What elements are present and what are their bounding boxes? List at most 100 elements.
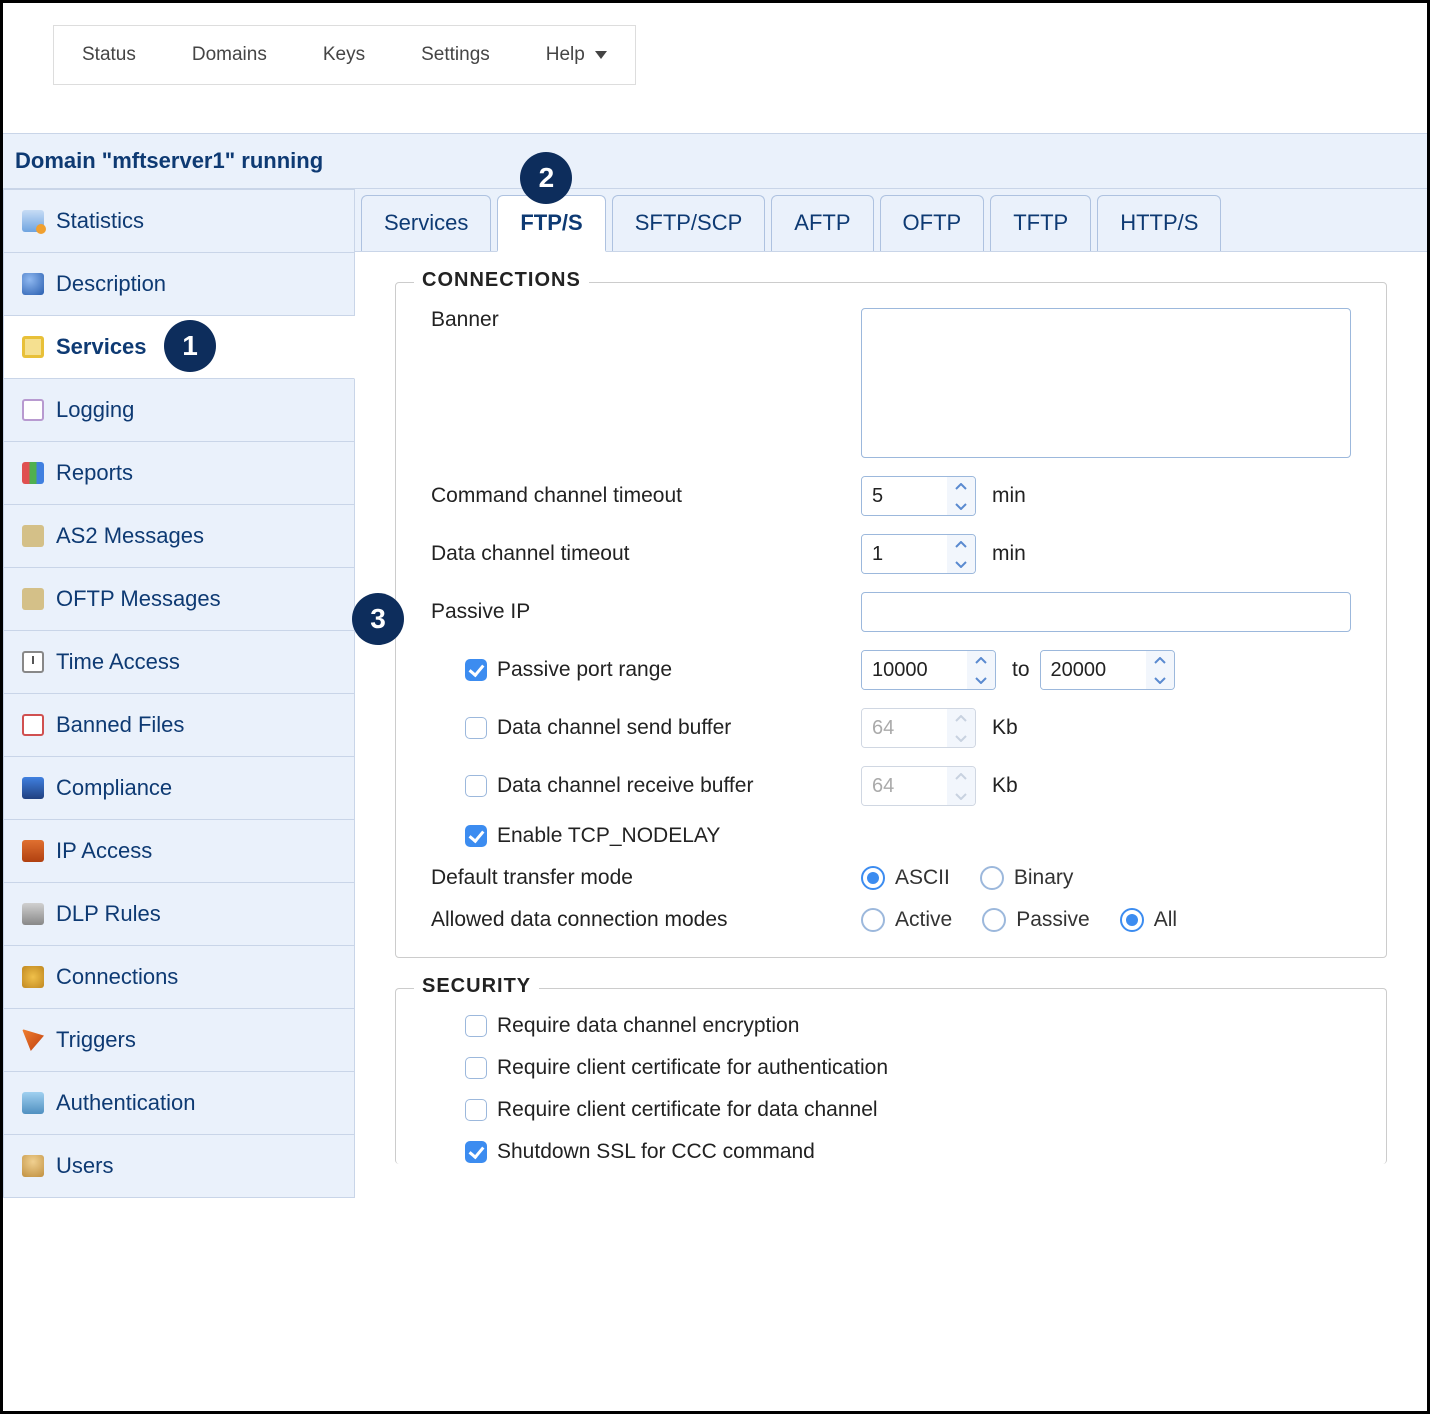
sidebar-item-statistics[interactable]: Statistics bbox=[3, 189, 355, 253]
send-buffer-label[interactable]: Data channel send buffer bbox=[431, 716, 861, 740]
binary-label: Binary bbox=[1014, 866, 1074, 890]
passive-port-label[interactable]: Passive port range bbox=[431, 658, 861, 682]
tab-aftp[interactable]: AFTP bbox=[771, 195, 873, 251]
content: Services FTP/S 2 SFTP/SCP AFTP OFTP TFTP… bbox=[355, 189, 1427, 1224]
sidebar-item-ip-access[interactable]: IP Access bbox=[3, 820, 355, 883]
sidebar-item-reports[interactable]: Reports bbox=[3, 442, 355, 505]
triggers-icon bbox=[22, 1029, 44, 1051]
top-menu: Status Domains Keys Settings Help bbox=[53, 25, 636, 85]
sec-item-1[interactable]: Require client certificate for authentic… bbox=[431, 1056, 888, 1080]
kb-unit: Kb bbox=[992, 774, 1018, 798]
menu-domains[interactable]: Domains bbox=[164, 26, 295, 84]
sidebar-item-services[interactable]: Services 1 bbox=[3, 316, 355, 379]
spinner-down-icon[interactable] bbox=[947, 554, 975, 573]
service-tabs: Services FTP/S 2 SFTP/SCP AFTP OFTP TFTP… bbox=[355, 189, 1427, 252]
recv-buffer-input[interactable] bbox=[862, 767, 947, 805]
sec-item-2[interactable]: Require client certificate for data chan… bbox=[431, 1098, 878, 1122]
sec-item-3[interactable]: Shutdown SSL for CCC command bbox=[431, 1140, 815, 1164]
tab-https[interactable]: HTTP/S bbox=[1097, 195, 1221, 251]
port-to-input[interactable] bbox=[1041, 651, 1146, 689]
menu-settings[interactable]: Settings bbox=[393, 26, 518, 84]
cmd-timeout-input[interactable] bbox=[862, 477, 947, 515]
callout-badge-1: 1 bbox=[164, 320, 216, 372]
spinner-up-icon[interactable] bbox=[947, 767, 975, 786]
cmd-timeout-spinner[interactable] bbox=[861, 476, 976, 516]
reports-icon bbox=[22, 462, 44, 484]
spinner-up-icon[interactable] bbox=[1146, 651, 1174, 670]
sidebar-item-connections[interactable]: Connections bbox=[3, 946, 355, 1009]
passive-label: Passive bbox=[1016, 908, 1090, 932]
transfer-mode-label: Default transfer mode bbox=[431, 866, 861, 890]
as2-icon bbox=[22, 525, 44, 547]
radio-binary[interactable] bbox=[980, 866, 1004, 890]
sidebar-item-oftp[interactable]: OFTP Messages bbox=[3, 568, 355, 631]
send-buffer-spinner[interactable] bbox=[861, 708, 976, 748]
conn-modes-label: Allowed data connection modes bbox=[431, 908, 861, 932]
active-label: Active bbox=[895, 908, 952, 932]
sec-checkbox-1[interactable] bbox=[465, 1057, 487, 1079]
sidebar-item-time-access[interactable]: Time Access bbox=[3, 631, 355, 694]
data-timeout-spinner[interactable] bbox=[861, 534, 976, 574]
sidebar-item-compliance[interactable]: Compliance bbox=[3, 757, 355, 820]
radio-passive[interactable] bbox=[982, 908, 1006, 932]
recv-buffer-spinner[interactable] bbox=[861, 766, 976, 806]
tab-ftps[interactable]: FTP/S 2 bbox=[497, 195, 605, 252]
sec-checkbox-3[interactable] bbox=[465, 1141, 487, 1163]
sidebar-item-description[interactable]: Description bbox=[3, 253, 355, 316]
callout-badge-3: 3 bbox=[352, 593, 404, 645]
sidebar-item-users[interactable]: Users bbox=[3, 1135, 355, 1198]
spinner-down-icon[interactable] bbox=[947, 786, 975, 805]
to-label: to bbox=[1012, 658, 1030, 682]
tcp-nodelay-label[interactable]: Enable TCP_NODELAY bbox=[431, 824, 861, 848]
radio-active[interactable] bbox=[861, 908, 885, 932]
menu-help[interactable]: Help bbox=[518, 26, 635, 84]
shield-icon bbox=[22, 903, 44, 925]
sidebar-item-as2[interactable]: AS2 Messages bbox=[3, 505, 355, 568]
spinner-up-icon[interactable] bbox=[947, 709, 975, 728]
menu-status[interactable]: Status bbox=[54, 26, 164, 84]
sidebar-item-authentication[interactable]: Authentication bbox=[3, 1072, 355, 1135]
chevron-down-icon bbox=[595, 51, 607, 59]
radio-all[interactable] bbox=[1120, 908, 1144, 932]
cmd-timeout-label: Command channel timeout bbox=[431, 484, 861, 508]
passive-ip-input[interactable] bbox=[861, 592, 1351, 632]
sidebar-item-banned-files[interactable]: Banned Files bbox=[3, 694, 355, 757]
tab-sftp[interactable]: SFTP/SCP bbox=[612, 195, 766, 251]
sidebar-item-logging[interactable]: Logging bbox=[3, 379, 355, 442]
banner-input[interactable] bbox=[861, 308, 1351, 458]
menu-keys[interactable]: Keys bbox=[295, 26, 393, 84]
tab-tftp[interactable]: TFTP bbox=[990, 195, 1091, 251]
port-from-input[interactable] bbox=[862, 651, 967, 689]
spinner-up-icon[interactable] bbox=[967, 651, 995, 670]
sec-item-0[interactable]: Require data channel encryption bbox=[431, 1014, 861, 1038]
sidebar-item-dlp-rules[interactable]: DLP Rules bbox=[3, 883, 355, 946]
sec-checkbox-0[interactable] bbox=[465, 1015, 487, 1037]
spinner-down-icon[interactable] bbox=[947, 496, 975, 515]
recv-buffer-label[interactable]: Data channel receive buffer bbox=[431, 774, 861, 798]
domain-status-bar: Domain "mftserver1" running bbox=[3, 133, 1427, 189]
spinner-up-icon[interactable] bbox=[947, 477, 975, 496]
port-from-spinner[interactable] bbox=[861, 650, 996, 690]
port-to-spinner[interactable] bbox=[1040, 650, 1175, 690]
banned-icon bbox=[22, 714, 44, 736]
firewall-icon bbox=[22, 840, 44, 862]
recv-buffer-checkbox[interactable] bbox=[465, 775, 487, 797]
spinner-down-icon[interactable] bbox=[1146, 670, 1174, 689]
send-buffer-input[interactable] bbox=[862, 709, 947, 747]
tcp-nodelay-checkbox[interactable] bbox=[465, 825, 487, 847]
security-legend: SECURITY bbox=[414, 975, 539, 998]
services-icon bbox=[22, 336, 44, 358]
radio-ascii[interactable] bbox=[861, 866, 885, 890]
data-timeout-input[interactable] bbox=[862, 535, 947, 573]
spinner-down-icon[interactable] bbox=[947, 728, 975, 747]
logging-icon bbox=[22, 399, 44, 421]
tab-services[interactable]: Services bbox=[361, 195, 491, 251]
passive-port-checkbox[interactable] bbox=[465, 659, 487, 681]
spinner-down-icon[interactable] bbox=[967, 670, 995, 689]
sec-checkbox-2[interactable] bbox=[465, 1099, 487, 1121]
tab-oftp[interactable]: OFTP bbox=[880, 195, 985, 251]
data-timeout-label: Data channel timeout bbox=[431, 542, 861, 566]
sidebar-item-triggers[interactable]: Triggers bbox=[3, 1009, 355, 1072]
spinner-up-icon[interactable] bbox=[947, 535, 975, 554]
send-buffer-checkbox[interactable] bbox=[465, 717, 487, 739]
